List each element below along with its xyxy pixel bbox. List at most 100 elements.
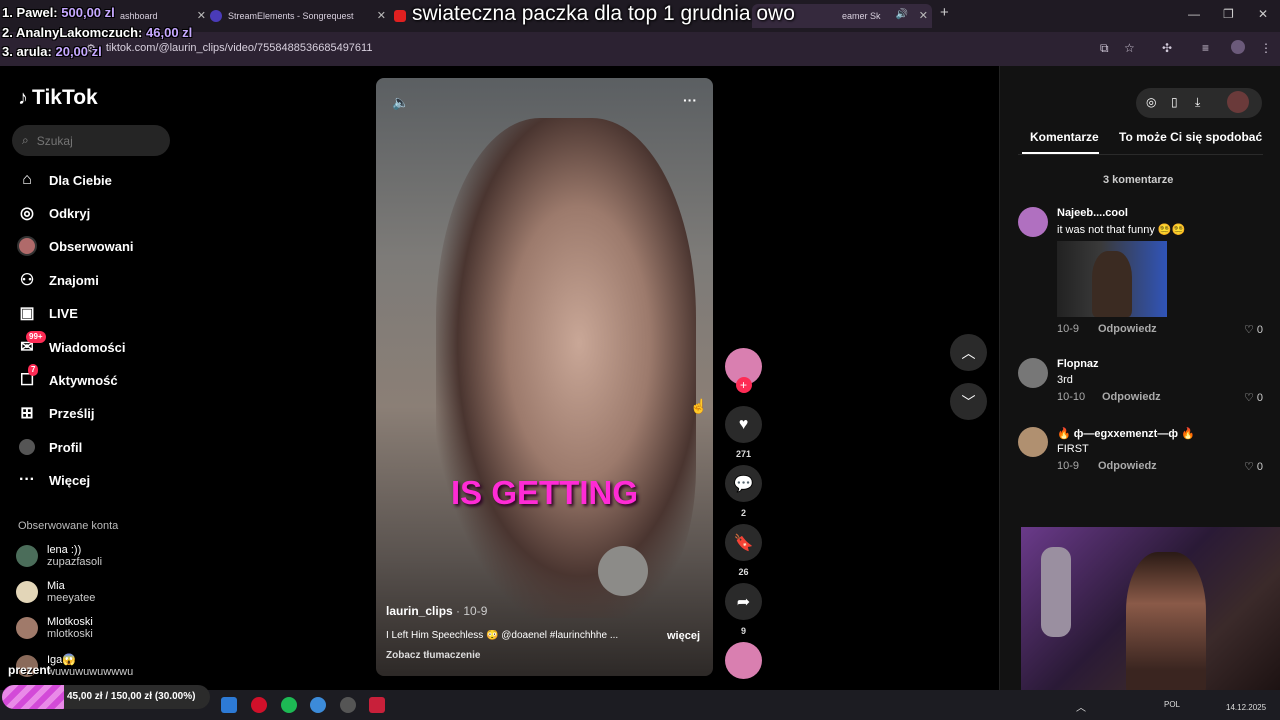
video-description: I Left Him Speechless 😳 @doaenel #laurin… — [386, 630, 619, 641]
followed-account[interactable]: Mlotkoski mlotkoski — [16, 616, 93, 640]
comment-item: Najeeb....cool it was not that funny 😵‍💫… — [1018, 207, 1263, 337]
nav-przeslij[interactable]: ⊞ Prześlij — [16, 399, 94, 427]
video-player[interactable]: 🔈 ··· IS GETTING laurin_clips · 10-9 I L… — [376, 78, 713, 676]
close-window-icon[interactable]: ✕ — [1258, 7, 1268, 21]
chrome-icon[interactable] — [310, 697, 326, 713]
goal-progress-fill — [2, 685, 65, 709]
new-tab-button[interactable]: + — [940, 4, 949, 21]
tab-recommended[interactable]: To może Ci się spodobać — [1119, 130, 1262, 144]
tab-songrequest[interactable]: StreamElements - Songrequest ✕ — [210, 4, 390, 28]
avatar — [16, 545, 38, 567]
donor-3: 3. arula: 20,00 zl — [2, 44, 102, 59]
streamer — [1126, 552, 1206, 700]
youtube-icon — [394, 10, 406, 22]
followed-account[interactable]: lena :)) zupazfasoli — [16, 544, 102, 568]
clock[interactable]: 14.12.2025 — [1226, 703, 1266, 712]
reply-button[interactable]: Odpowiedz — [1098, 323, 1157, 335]
nav-dla-ciebie[interactable]: ⌂ Dla Ciebie — [16, 166, 112, 194]
comment-image-person — [1092, 251, 1132, 317]
inbox-icon: ✉ 99+ — [16, 331, 46, 358]
menu-dots-icon[interactable]: ⋮ — [1260, 41, 1272, 55]
avatar-icon — [16, 235, 38, 257]
profile-avatar-icon[interactable] — [1231, 40, 1245, 54]
bookmark-star-icon[interactable]: ☆ — [1124, 41, 1135, 55]
reply-button[interactable]: Odpowiedz — [1098, 460, 1157, 472]
next-video-button[interactable]: ﹀ — [950, 383, 987, 420]
chevron-up-icon: ︿ — [961, 344, 976, 361]
like-button[interactable]: ♥ 271 — [725, 406, 762, 459]
donation-goal-bar: 45,00 zł / 150,00 zł (30.00%) — [2, 685, 210, 709]
comment-icon: 💬 — [725, 465, 762, 502]
previous-video-button[interactable]: ︿ — [950, 334, 987, 371]
more-link[interactable]: więcej — [667, 630, 700, 642]
minimize-icon[interactable]: — — [1188, 7, 1200, 21]
share-icon: ➦ — [725, 583, 762, 620]
avatar[interactable] — [1018, 427, 1048, 457]
divider — [1018, 154, 1263, 155]
extensions-icon[interactable]: ✣ — [1162, 41, 1172, 55]
follow-plus-icon[interactable]: + — [735, 377, 752, 393]
share-button[interactable]: ➦ 9 — [725, 583, 762, 636]
profile-icon — [16, 436, 38, 458]
nav-profil[interactable]: Profil — [16, 433, 82, 461]
close-tab-icon[interactable]: ✕ — [377, 9, 386, 22]
like-comment-button[interactable]: ♡ 0 — [1244, 460, 1263, 473]
nav-odkryj[interactable]: ◎ Odkryj — [16, 199, 90, 227]
search-input[interactable] — [36, 133, 157, 148]
close-tab-icon[interactable]: ✕ — [919, 9, 928, 22]
tiktok-logo[interactable]: ♪ TikTok — [18, 86, 98, 110]
goal-label: prezent — [8, 663, 51, 677]
url-field[interactable]: ⚙ tiktok.com/@laurin_clips/video/7558488… — [86, 37, 1136, 59]
comment-count: 3 komentarze — [1103, 174, 1174, 186]
close-tab-icon[interactable]: ✕ — [197, 9, 206, 22]
nav-obserwowani[interactable]: Obserwowani — [16, 232, 134, 260]
author-avatar-button[interactable]: + — [725, 348, 762, 393]
mute-icon[interactable]: 🔈 — [392, 94, 409, 111]
phone-icon[interactable]: ▯ — [1171, 95, 1178, 109]
comment-button[interactable]: 💬 2 — [725, 465, 762, 518]
nav-wiadomosci[interactable]: ✉ 99+ Wiadomości — [16, 331, 125, 361]
comment-item: Flopnaz 3rd 10-10 Odpowiedz ♡ 0 — [1018, 358, 1263, 408]
media-icon[interactable]: ≡ — [1202, 41, 1209, 55]
home-icon: ⌂ — [22, 171, 32, 188]
friends-icon: ⚇ — [19, 272, 35, 289]
language-indicator[interactable]: POL — [1164, 700, 1180, 709]
avatar[interactable] — [1227, 91, 1249, 113]
following-header: Obserwowane konta — [18, 520, 119, 532]
opera-icon[interactable] — [251, 697, 267, 713]
obs-icon[interactable] — [340, 697, 356, 713]
compass-icon: ◎ — [20, 205, 34, 222]
webcam-overlay — [1021, 527, 1280, 700]
search-box[interactable]: ⌕ — [12, 125, 170, 156]
comment-image[interactable] — [1057, 241, 1167, 317]
save-button[interactable]: 🔖 26 — [725, 524, 762, 577]
tray-chevron-icon[interactable]: ︿ — [1076, 699, 1086, 714]
reply-button[interactable]: Odpowiedz — [1102, 391, 1161, 403]
translate-link[interactable]: Zobacz tłumaczenie — [386, 650, 480, 661]
like-comment-button[interactable]: ♡ 0 — [1244, 323, 1263, 336]
like-comment-button[interactable]: ♡ 0 — [1244, 391, 1263, 404]
app-icon[interactable] — [369, 697, 385, 713]
speaker-icon[interactable]: 🔊 — [896, 9, 908, 20]
followed-account[interactable]: Mia meeyatee — [16, 580, 95, 604]
donor-1: 1. Pawel: 500,00 zl — [2, 5, 115, 20]
nav-znajomi[interactable]: ⚇ Znajomi — [16, 266, 99, 294]
nav-live[interactable]: ▣ LIVE — [16, 299, 77, 327]
tab-komentarze[interactable]: Komentarze — [1030, 130, 1099, 144]
restore-icon[interactable]: ❐ — [1223, 7, 1234, 21]
activity-badge: 7 — [28, 364, 39, 376]
store-icon[interactable] — [221, 697, 237, 713]
more-options-icon[interactable]: ··· — [683, 92, 697, 108]
install-app-icon[interactable]: ⧉ — [1100, 41, 1109, 56]
upload-icon: ⊞ — [20, 405, 34, 422]
stream-overlay-title: swiateczna paczka dla top 1 grudnia owo — [412, 2, 795, 25]
avatar[interactable] — [1018, 207, 1048, 237]
nav-wiecej[interactable]: ··· Więcej — [16, 466, 90, 494]
avatar[interactable] — [1018, 358, 1048, 388]
video-author[interactable]: laurin_clips · 10-9 — [386, 604, 487, 618]
spotify-icon[interactable] — [281, 697, 297, 713]
nav-aktywnosc[interactable]: ☐ 7 Aktywność — [16, 364, 118, 394]
download-icon[interactable]: ⤓ — [1195, 95, 1200, 110]
sound-avatar-button[interactable] — [725, 642, 762, 679]
compass-icon[interactable]: ◎ — [1146, 95, 1156, 109]
